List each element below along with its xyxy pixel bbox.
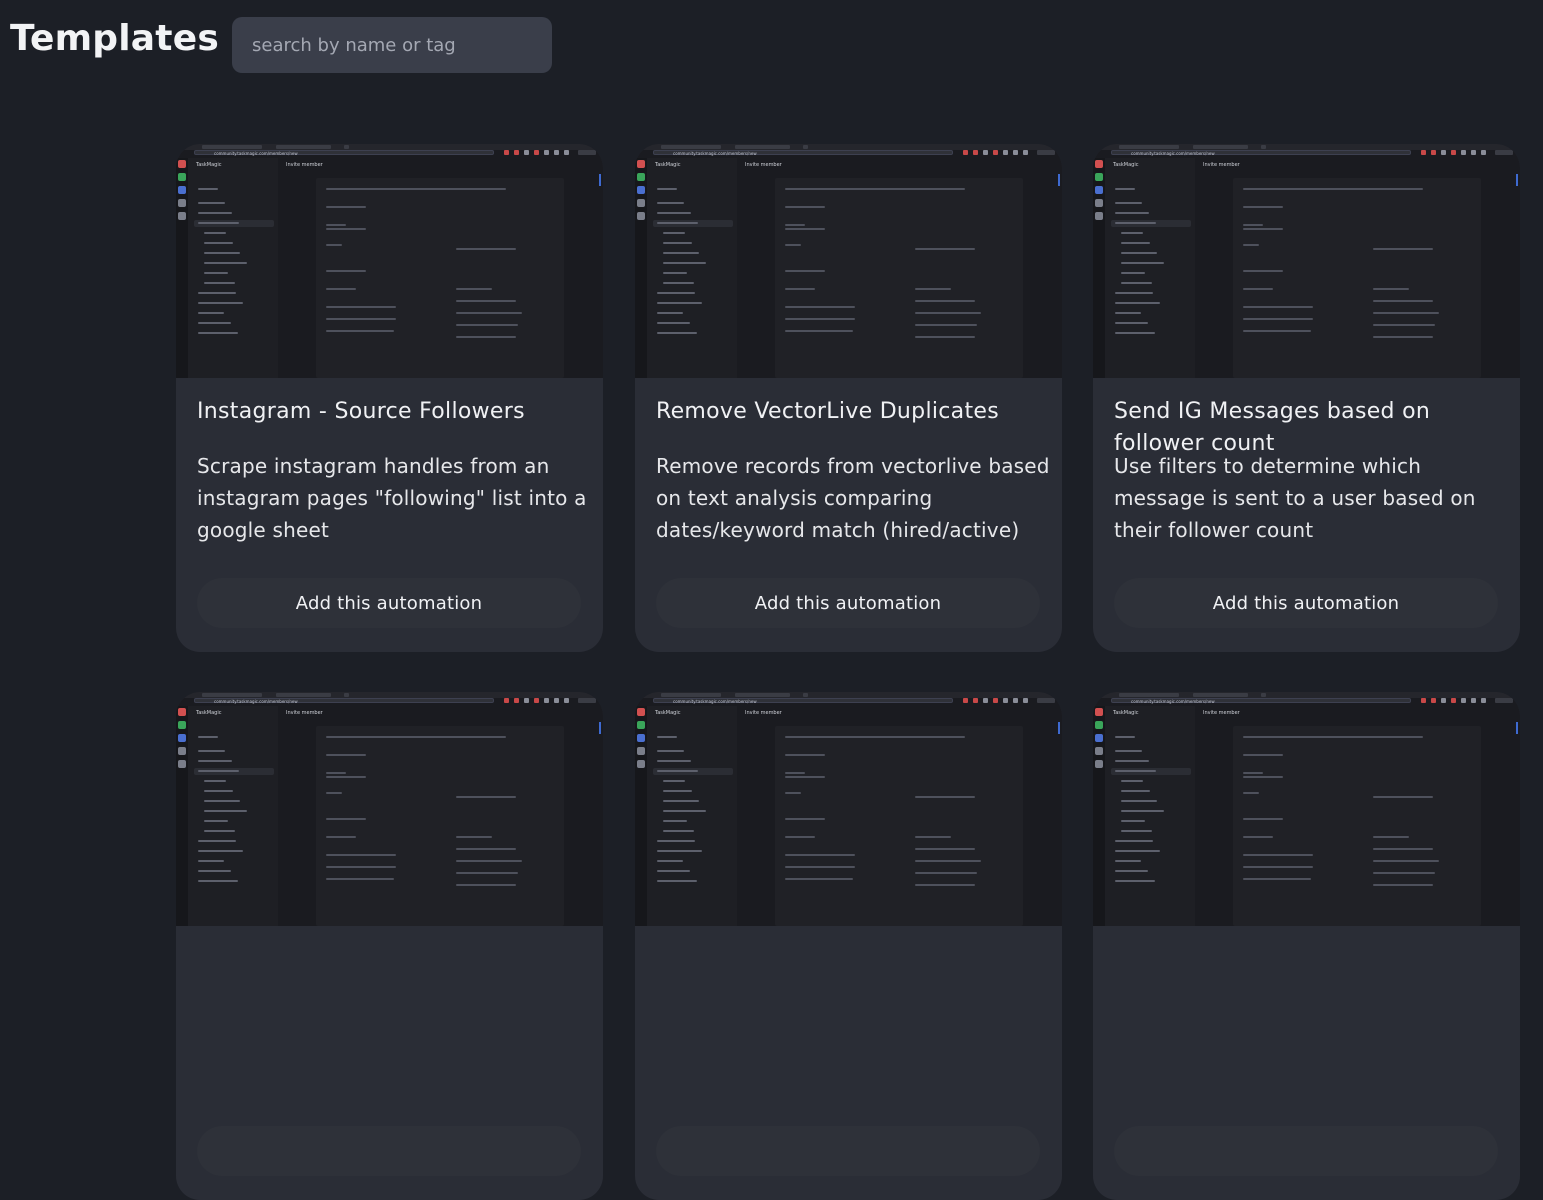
template-card[interactable]: community.taskmagic.com/members/new TaskM… — [176, 692, 603, 1200]
thumbnail-url: community.taskmagic.com/members/new — [214, 699, 298, 704]
thumbnail-brand: TaskMagic — [196, 710, 222, 716]
thumbnail-brand: TaskMagic — [655, 162, 681, 168]
thumbnail-heading: Invite member — [745, 162, 782, 168]
add-automation-button[interactable]: Add this automation — [656, 578, 1040, 628]
search-input[interactable] — [232, 17, 552, 73]
add-automation-button[interactable] — [1114, 1126, 1498, 1176]
thumbnail-brand: TaskMagic — [655, 710, 681, 716]
thumbnail-heading: Invite member — [745, 710, 782, 716]
thumbnail-heading: Invite member — [286, 710, 323, 716]
thumbnail-brand: TaskMagic — [1113, 162, 1139, 168]
thumbnail-brand: TaskMagic — [196, 162, 222, 168]
template-description: Use filters to determine which message i… — [1114, 454, 1476, 542]
thumbnail-heading: Invite member — [1203, 710, 1240, 716]
template-card[interactable]: community.taskmagic.com/members/new TaskM… — [1093, 144, 1520, 652]
template-thumbnail: community.taskmagic.com/members/new TaskM… — [635, 692, 1062, 926]
template-title: Instagram - Source Followers — [197, 399, 525, 424]
template-thumbnail: community.taskmagic.com/members/new TaskM… — [1093, 692, 1520, 926]
thumbnail-heading: Invite member — [1203, 162, 1240, 168]
template-thumbnail: community.taskmagic.com/members/new TaskM… — [635, 144, 1062, 378]
thumbnail-heading: Invite member — [286, 162, 323, 168]
thumbnail-url: community.taskmagic.com/members/new — [1131, 699, 1215, 704]
template-card[interactable]: community.taskmagic.com/members/new TaskM… — [176, 144, 603, 652]
template-card[interactable]: community.taskmagic.com/members/new TaskM… — [635, 692, 1062, 1200]
thumbnail-url: community.taskmagic.com/members/new — [673, 151, 757, 156]
template-card[interactable]: community.taskmagic.com/members/new TaskM… — [1093, 692, 1520, 1200]
template-description: Scrape instagram handles from an instagr… — [197, 454, 587, 542]
template-title: Remove VectorLive Duplicates — [656, 399, 999, 424]
template-thumbnail: community.taskmagic.com/members/new TaskM… — [1093, 144, 1520, 378]
template-thumbnail: community.taskmagic.com/members/new TaskM… — [176, 144, 603, 378]
thumbnail-url: community.taskmagic.com/members/new — [673, 699, 757, 704]
template-description: Remove records from vectorlive based on … — [656, 454, 1050, 542]
template-thumbnail: community.taskmagic.com/members/new TaskM… — [176, 692, 603, 926]
page-header: Templates — [0, 0, 1543, 90]
add-automation-button[interactable]: Add this automation — [197, 578, 581, 628]
thumbnail-url: community.taskmagic.com/members/new — [1131, 151, 1215, 156]
add-automation-button[interactable] — [197, 1126, 581, 1176]
thumbnail-url: community.taskmagic.com/members/new — [214, 151, 298, 156]
thumbnail-brand: TaskMagic — [1113, 710, 1139, 716]
add-automation-button[interactable]: Add this automation — [1114, 578, 1498, 628]
add-automation-button[interactable] — [656, 1126, 1040, 1176]
template-card[interactable]: community.taskmagic.com/members/new TaskM… — [635, 144, 1062, 652]
page-title: Templates — [10, 18, 219, 59]
